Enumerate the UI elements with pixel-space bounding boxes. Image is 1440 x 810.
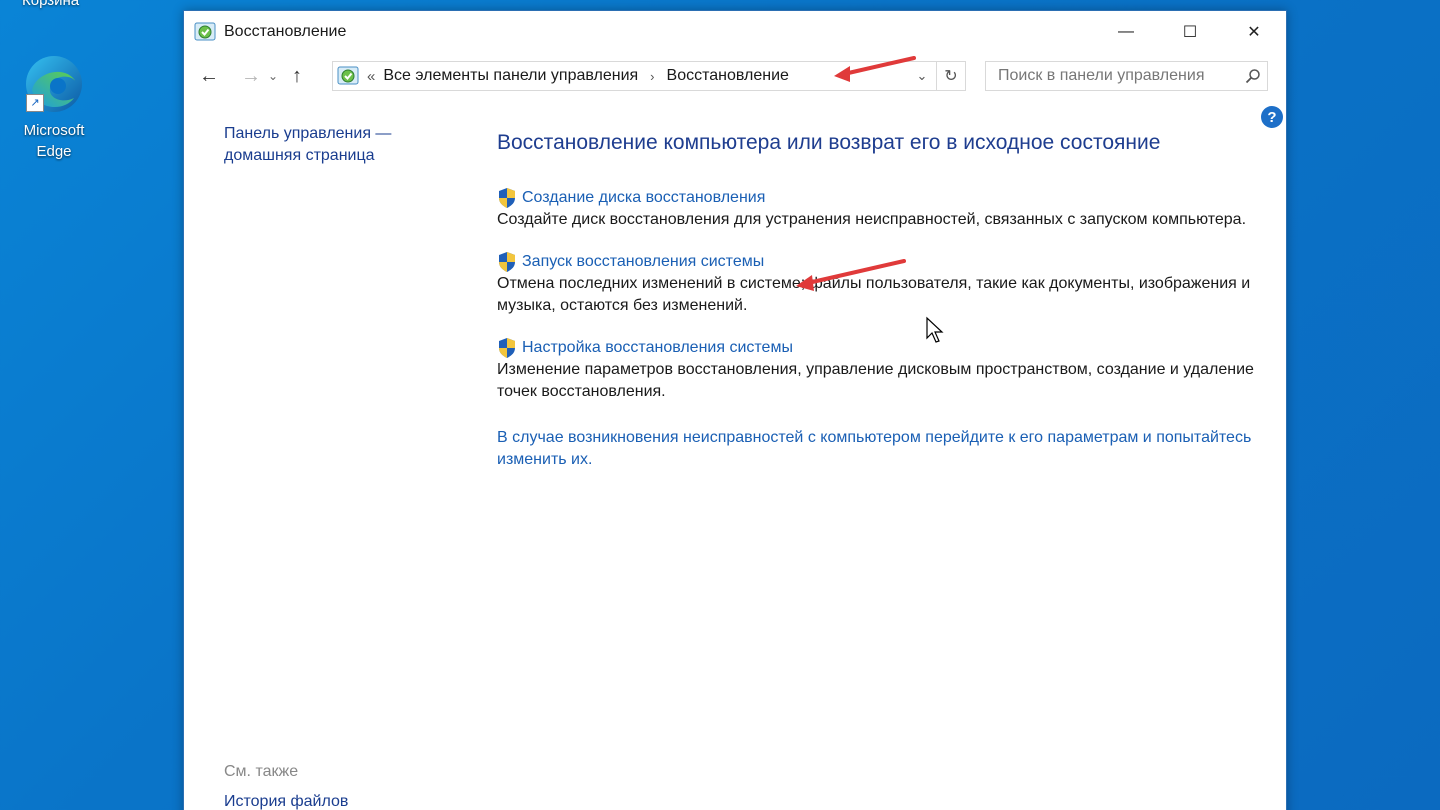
breadcrumb-overflow-chevron[interactable]: «: [367, 68, 375, 85]
address-dropdown-button[interactable]: ⌄: [909, 62, 935, 90]
uac-shield-icon: [499, 188, 515, 208]
edge-label: Microsoft Edge: [23, 122, 85, 160]
window-controls: — ☐ ✕: [1094, 11, 1286, 53]
breadcrumb-recovery[interactable]: Восстановление: [667, 67, 789, 85]
file-history-link[interactable]: История файлов: [224, 793, 348, 810]
see-also-heading: См. также: [224, 763, 299, 780]
help-icon[interactable]: ?: [1261, 106, 1283, 128]
recycle-bin-label: Корзина: [22, 0, 80, 9]
mouse-cursor-icon: [926, 316, 944, 343]
navigation-bar: ← → ⌄ ↑ « Все элементы панели управления…: [184, 53, 1286, 99]
open-system-restore-label[interactable]: Запуск восстановления системы: [522, 251, 764, 273]
refresh-button[interactable]: ↻: [936, 62, 965, 90]
recent-locations-button[interactable]: ⌄: [264, 61, 282, 91]
page-title: Восстановление компьютера или возврат ег…: [497, 131, 1161, 154]
recovery-location-icon: [337, 66, 359, 85]
open-system-restore-desc: Отмена последних изменений в системе; фа…: [497, 275, 1251, 314]
search-input[interactable]: [996, 66, 1239, 86]
configure-system-restore-desc: Изменение параметров восстановления, упр…: [497, 361, 1254, 400]
uac-shield-icon: [499, 338, 515, 358]
control-panel-window: Восстановление — ☐ ✕ ← → ⌄ ↑ « Все элеме…: [183, 10, 1287, 810]
title-bar[interactable]: Восстановление — ☐ ✕: [184, 11, 1286, 53]
window-title: Восстановление: [224, 23, 347, 40]
forward-button[interactable]: →: [238, 61, 264, 91]
breadcrumb-all-items[interactable]: Все элементы панели управления: [383, 67, 638, 85]
breadcrumb-separator[interactable]: ›: [650, 69, 654, 84]
configure-system-restore-link[interactable]: Настройка восстановления системы: [497, 337, 1277, 359]
search-icon[interactable]: [1239, 68, 1267, 84]
edge-icon: ↗: [22, 52, 86, 116]
create-recovery-drive-label[interactable]: Создание диска восстановления: [522, 187, 765, 209]
sidebar: Панель управления — домашняя страница: [224, 123, 444, 167]
uac-shield-icon: [499, 252, 515, 272]
maximize-button[interactable]: ☐: [1158, 11, 1222, 53]
close-button[interactable]: ✕: [1222, 11, 1286, 53]
edge-desktop-shortcut[interactable]: ↗ Microsoft Edge: [14, 52, 94, 162]
task-create-recovery-drive: Создание диска восстановления Создайте д…: [497, 187, 1277, 231]
up-button[interactable]: ↑: [284, 61, 310, 91]
create-recovery-drive-desc: Создайте диск восстановления для устране…: [497, 211, 1247, 228]
shortcut-arrow-icon: ↗: [26, 94, 44, 112]
search-box[interactable]: [985, 61, 1268, 91]
address-bar[interactable]: « Все элементы панели управления › Восст…: [332, 61, 966, 91]
back-button[interactable]: ←: [196, 61, 222, 91]
minimize-button[interactable]: —: [1094, 11, 1158, 53]
main-content: Восстановление компьютера или возврат ег…: [497, 131, 1277, 471]
control-panel-home-link[interactable]: Панель управления — домашняя страница: [224, 123, 444, 167]
recovery-app-icon: [194, 22, 216, 41]
task-system-restore: Запуск восстановления системы Отмена пос…: [497, 251, 1277, 317]
open-system-restore-link[interactable]: Запуск восстановления системы: [497, 251, 1277, 273]
configure-system-restore-label[interactable]: Настройка восстановления системы: [522, 337, 793, 359]
troubleshoot-settings-link[interactable]: В случае возникновения неисправностей с …: [497, 427, 1277, 471]
task-configure-restore: Настройка восстановления системы Изменен…: [497, 337, 1277, 403]
create-recovery-drive-link[interactable]: Создание диска восстановления: [497, 187, 1277, 209]
